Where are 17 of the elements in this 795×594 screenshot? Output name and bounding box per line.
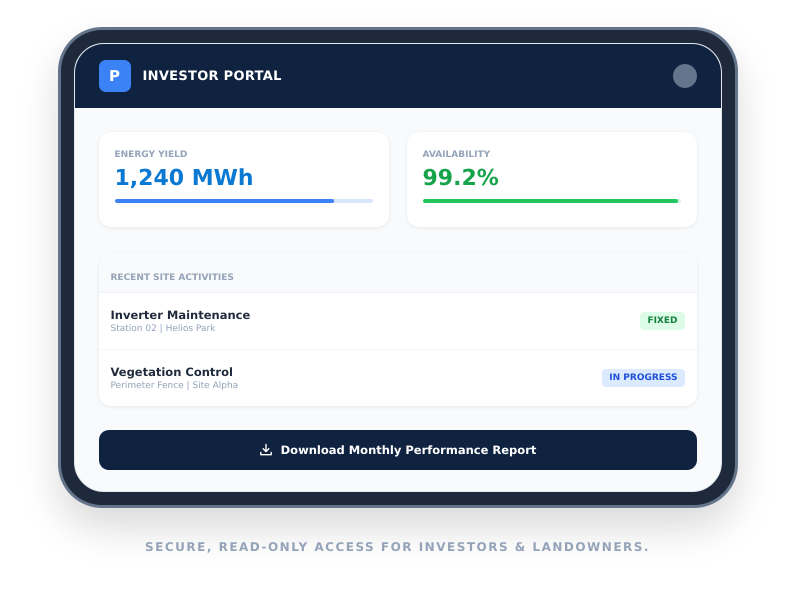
activity-name: Inverter Maintenance [110, 308, 250, 322]
status-badge: FIXED [640, 312, 684, 330]
download-icon [258, 443, 273, 457]
logo: P [98, 60, 130, 92]
activity-detail: Perimeter Fence | Site Alpha [110, 381, 238, 391]
app-title: INVESTOR PORTAL [142, 68, 282, 84]
download-button[interactable]: Download Monthly Performance Report [98, 430, 696, 470]
status-badge: IN PROGRESS [602, 369, 684, 387]
activity-detail: Station 02 | Helios Park [110, 324, 216, 334]
metric-label: ENERGY YIELD [114, 150, 188, 160]
metric-value: 99.2% [422, 166, 500, 191]
panel-title: RECENT SITE ACTIVITIES [110, 273, 234, 283]
metric-label: AVAILABILITY [422, 150, 492, 160]
metric-value: 1,240 MWh [114, 166, 255, 191]
caption: SECURE, READ-ONLY ACCESS FOR INVESTORS & LANDOWNERS. [145, 540, 650, 554]
avatar-icon[interactable] [672, 64, 696, 88]
activity-name: Vegetation Control [110, 365, 234, 379]
